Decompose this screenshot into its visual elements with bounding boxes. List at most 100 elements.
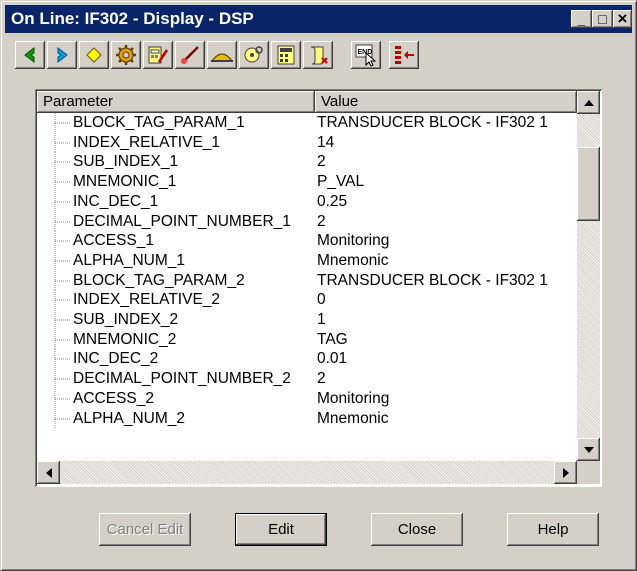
tree-connector-icon — [54, 270, 71, 291]
parameter-name: MNEMONIC_2 — [73, 330, 177, 348]
edit-device-icon — [148, 46, 169, 64]
table-row[interactable]: MNEMONIC_1 P_VAL — [37, 172, 577, 193]
parameter-value: Monitoring — [317, 232, 390, 250]
forward-button[interactable] — [47, 41, 77, 69]
window-title: On Line: IF302 - Display - DSP — [11, 9, 254, 28]
left-small-arrow-icon — [45, 467, 52, 478]
back-button[interactable] — [15, 41, 45, 69]
scroll-left-button[interactable] — [37, 461, 60, 484]
scroll-icon — [310, 46, 328, 65]
dialog-window: On Line: IF302 - Display - DSP _ □ × END… — [0, 0, 637, 571]
parameter-value: 2 — [317, 153, 326, 171]
parameter-rows: BLOCK_TAG_PARAM_1 TRANSDUCER BLOCK - IF30… — [37, 113, 577, 461]
parameter-name: SUB_INDEX_1 — [73, 153, 179, 171]
parameter-name: ALPHA_NUM_2 — [73, 409, 185, 427]
right-small-arrow-icon — [562, 467, 569, 478]
parameter-value: P_VAL — [317, 173, 365, 191]
table-row[interactable]: ACCESS_2 Monitoring — [37, 388, 577, 409]
disk-magnifier-button[interactable] — [239, 41, 269, 69]
horizontal-scrollbar[interactable] — [37, 461, 577, 484]
tree-connector-icon — [54, 329, 71, 350]
scrollbar-corner — [577, 461, 600, 484]
check-button[interactable] — [175, 41, 205, 69]
scroll-right-button[interactable] — [554, 461, 577, 484]
close-icon: × — [617, 9, 628, 28]
parameter-value: TAG — [317, 330, 348, 348]
diamond-icon — [86, 47, 102, 63]
table-row[interactable]: BLOCK_TAG_PARAM_1 TRANSDUCER BLOCK - IF30… — [37, 113, 577, 133]
parameter-value: 2 — [317, 212, 326, 230]
cap-button[interactable] — [207, 41, 237, 69]
close-window-button[interactable]: × — [613, 10, 632, 28]
table-row[interactable]: INC_DEC_1 0.25 — [37, 191, 577, 212]
help-button[interactable]: Help — [507, 513, 599, 546]
table-row[interactable]: DECIMAL_POINT_NUMBER_1 2 — [37, 211, 577, 232]
check-icon — [181, 46, 199, 64]
parameter-list[interactable]: Parameter Value BLOCK_TAG_PARAM_1 TRANSDU… — [35, 89, 602, 487]
table-row[interactable]: SUB_INDEX_1 2 — [37, 152, 577, 173]
table-row[interactable]: INDEX_RELATIVE_2 0 — [37, 290, 577, 311]
scroll-up-button[interactable] — [577, 91, 600, 114]
column-header-parameter[interactable]: Parameter — [37, 91, 315, 113]
down-arrow-icon — [583, 446, 594, 453]
table-row[interactable]: MNEMONIC_2 TAG — [37, 329, 577, 350]
parameter-name: SUB_INDEX_2 — [73, 311, 179, 328]
parameter-value: Mnemonic — [317, 409, 389, 427]
parameter-value: Mnemonic — [317, 251, 389, 269]
cancel-edit-button[interactable]: Cancel Edit — [99, 513, 191, 546]
table-row[interactable]: DECIMAL_POINT_NUMBER_2 2 — [37, 369, 577, 390]
gear-icon — [116, 45, 136, 65]
scroll-button[interactable] — [303, 41, 333, 69]
right-arrow-icon — [57, 46, 68, 64]
diamond-button[interactable] — [79, 41, 109, 69]
edit-button[interactable]: Edit — [235, 513, 327, 546]
parameter-value: 0.25 — [317, 192, 348, 210]
tree-connector-icon — [54, 310, 71, 330]
minimize-icon: _ — [577, 11, 586, 27]
tree-connector-icon — [54, 211, 71, 232]
tree-connector-icon — [54, 250, 71, 271]
parameter-value: 14 — [317, 133, 335, 151]
tree-connector-icon — [54, 132, 71, 153]
disk-magnifier-icon — [244, 46, 263, 63]
parameter-name: BLOCK_TAG_PARAM_1 — [73, 114, 245, 131]
end-icon-label: END — [358, 49, 373, 56]
minimize-button[interactable]: _ — [571, 10, 592, 28]
cap-icon — [210, 53, 234, 62]
tree-connector-icon — [54, 369, 71, 390]
table-row[interactable]: INDEX_RELATIVE_1 14 — [37, 132, 577, 153]
parameter-value: TRANSDUCER BLOCK - IF302 1 — [317, 271, 548, 289]
table-row[interactable]: ACCESS_1 Monitoring — [37, 231, 577, 252]
table-row[interactable]: SUB_INDEX_2 1 — [37, 310, 577, 330]
parameter-name: DECIMAL_POINT_NUMBER_1 — [73, 212, 291, 230]
maximize-button[interactable]: □ — [592, 10, 613, 28]
scroll-down-button[interactable] — [577, 438, 600, 461]
table-row[interactable]: ALPHA_NUM_1 Mnemonic — [37, 250, 577, 271]
parameter-name: DECIMAL_POINT_NUMBER_2 — [73, 370, 291, 388]
tree-connector-icon — [54, 191, 71, 212]
vertical-scrollbar[interactable] — [577, 91, 600, 461]
parameter-name: ACCESS_1 — [73, 232, 154, 250]
end-button[interactable]: END — [351, 41, 381, 69]
tree-connector-icon — [54, 172, 71, 193]
parameter-name: MNEMONIC_1 — [73, 173, 177, 191]
close-button[interactable]: Close — [371, 513, 463, 546]
table-row[interactable]: ALPHA_NUM_2 Mnemonic — [37, 408, 577, 429]
parameter-name: BLOCK_TAG_PARAM_2 — [73, 271, 245, 289]
tree-connector-icon — [54, 231, 71, 252]
edit-device-button[interactable] — [143, 41, 173, 69]
parameter-value: Monitoring — [317, 389, 390, 407]
column-header-value[interactable]: Value — [315, 91, 577, 113]
calculator-button[interactable] — [271, 41, 301, 69]
table-row[interactable]: INC_DEC_2 0.01 — [37, 349, 577, 370]
gear-button[interactable] — [111, 41, 141, 69]
tree-connector-icon — [54, 290, 71, 311]
parameter-name: INDEX_RELATIVE_2 — [73, 291, 221, 309]
table-row[interactable]: BLOCK_TAG_PARAM_2 TRANSDUCER BLOCK - IF30… — [37, 270, 577, 291]
title-bar[interactable]: On Line: IF302 - Display - DSP _ □ × — [5, 5, 632, 33]
tree-connector-icon — [54, 408, 71, 429]
parameter-value: TRANSDUCER BLOCK - IF302 1 — [317, 114, 548, 131]
up-arrow-icon — [583, 99, 594, 106]
list-arrow-button[interactable] — [389, 41, 419, 69]
vertical-scroll-thumb[interactable] — [577, 147, 600, 221]
